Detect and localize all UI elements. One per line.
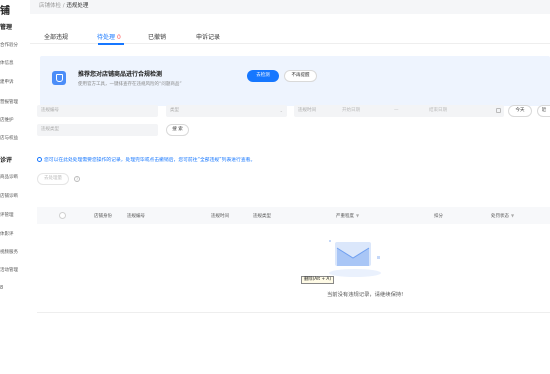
tab-pending-count: 0 [116, 34, 121, 41]
sidebar-marker: 8 [0, 285, 4, 291]
sidebar-item-11[interactable]: 视频服务 [0, 249, 18, 255]
violation-no-input[interactable]: 违规编号 [37, 105, 158, 117]
sidebar-item-12[interactable]: 活动管理 [0, 267, 18, 273]
main-panel: 全部违规 待处理 0 已撤销 申诉记录 推荐您对店铺商品进行合规检测 使用官方工… [30, 14, 550, 374]
shortcut-tooltip: 删除(Alt + A) [301, 276, 335, 284]
empty-envelope-icon [329, 240, 381, 277]
end-date-input[interactable]: 结束日期 [429, 105, 447, 117]
empty-state-text: 当前没有违规记录，请继续保持! [327, 292, 404, 298]
sidebar-section-manage: 管理 [0, 24, 13, 31]
active-tab-indicator [98, 43, 124, 45]
tab-pending[interactable]: 待处理 0 [97, 32, 121, 41]
col-points: 扣分 [434, 214, 443, 219]
calendar-icon [496, 108, 501, 113]
date-range-label: 违规时间 [298, 108, 316, 113]
category-select[interactable]: 类型 ⌄ [166, 105, 287, 117]
date-range-separator: — [394, 108, 399, 113]
violation-type-input[interactable]: 违规类型 [37, 124, 158, 136]
sidebar-section-diagnosis: 诊评 [0, 157, 13, 164]
tab-revoked[interactable]: 已撤销 [148, 32, 166, 41]
start-date-input[interactable]: 开始日期 [342, 105, 360, 117]
date-range-picker[interactable]: 违规时间 开始日期 — 结束日期 [294, 105, 504, 117]
divider [37, 312, 550, 313]
search-button[interactable]: 搜 索 [166, 124, 189, 136]
sidebar-item-3[interactable]: 建申诉 [0, 79, 14, 85]
select-all-checkbox[interactable] [59, 212, 66, 219]
tip-text: 您可以在此处处理需要您操作的记录，处理完毕或点击撤销后，您可前往“全部违规”列表… [37, 156, 255, 163]
dismiss-reminder-button[interactable]: 不再提醒 [284, 70, 317, 82]
col-store-identity: 店铺身份 [94, 214, 112, 219]
breadcrumb: 店铺体检 / 违规处理 [39, 1, 88, 9]
sidebar-item-2[interactable]: 体信息 [0, 60, 14, 66]
tab-all[interactable]: 全部违规 [44, 32, 68, 41]
tab-appeals[interactable]: 申诉记录 [196, 32, 220, 41]
sidebar-item-1[interactable]: 合作验分 [0, 42, 18, 48]
help-icon[interactable]: ? [74, 176, 80, 182]
shield-icon [52, 71, 66, 85]
sidebar-item-7[interactable]: 商品诊断 [0, 174, 18, 180]
filter-icon: ▼ [356, 213, 360, 218]
col-violation-no: 违规编号 [127, 214, 145, 219]
banner-description: 使用官方工具，一键排查存在违规风险的“问题商品” [78, 82, 182, 87]
breadcrumb-current: 违规处理 [66, 3, 89, 9]
sidebar-item-8[interactable]: 店铺诊断 [0, 193, 18, 199]
sidebar-item-4[interactable]: 营报管理 [0, 99, 18, 105]
brand-title: 铺 [0, 6, 10, 17]
batch-process-button[interactable]: 去处理量 [37, 173, 69, 185]
info-icon [37, 157, 42, 162]
col-severity[interactable]: 严重程度 ▼ [336, 213, 359, 219]
recent-button[interactable]: 近 [537, 105, 550, 117]
today-button[interactable]: 今天 [508, 105, 532, 117]
sidebar: 铺 管理 合作验分 体信息 建申诉 营报管理 店维护 店与权益 诊评 商品诊断 … [0, 0, 30, 374]
col-penalty-status[interactable]: 处罚状态 ▼ [491, 213, 514, 219]
col-violation-type: 违规类型 [253, 214, 271, 219]
page: 铺 管理 合作验分 体信息 建申诉 营报管理 店维护 店与权益 诊评 商品诊断 … [0, 0, 550, 374]
filter-icon: ▼ [511, 213, 515, 218]
sidebar-item-5[interactable]: 店维护 [0, 117, 14, 123]
sidebar-item-10[interactable]: 体影评 [0, 231, 14, 237]
table-header: 店铺身份 违规编号 违规时间 违规类型 严重程度 ▼ 扣分 处罚状态 ▼ [37, 207, 550, 224]
detect-button[interactable]: 去检测 [247, 70, 279, 82]
banner-title: 推荐您对店铺商品进行合规检测 [78, 71, 163, 78]
sidebar-item-6[interactable]: 店与权益 [0, 135, 18, 141]
tab-bar: 全部违规 待处理 0 已撤销 申诉记录 [30, 14, 550, 45]
chevron-down-icon: ⌄ [279, 108, 283, 113]
recommend-banner: 推荐您对店铺商品进行合规检测 使用官方工具，一键排查存在违规风险的“问题商品” … [40, 56, 550, 106]
sidebar-item-9[interactable]: 评管理 [0, 212, 14, 218]
breadcrumb-parent[interactable]: 店铺体检 [39, 3, 61, 9]
col-violation-time: 违规时间 [211, 214, 229, 219]
